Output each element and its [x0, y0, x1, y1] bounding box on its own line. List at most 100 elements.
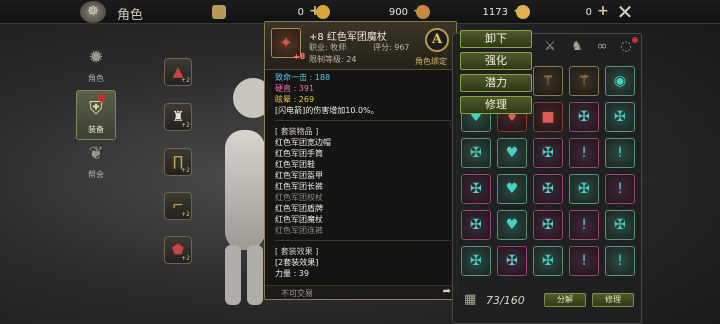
inventory-slot[interactable]: !	[569, 138, 599, 168]
crest-icon: ✠	[542, 145, 554, 161]
repair-button[interactable]: 修理	[460, 96, 532, 114]
wolf-emblem-icon: ❦	[88, 143, 104, 164]
armor-tab-icon: ♞	[571, 39, 583, 54]
nav-item-guild[interactable]: ❦ 帮会	[76, 140, 116, 180]
item-required-level: 限制等级: 24	[309, 55, 357, 64]
alert-crest-icon: !	[581, 145, 587, 161]
sort-grid-icon[interactable]: ▦	[464, 293, 478, 307]
inventory-slot[interactable]: ✠	[605, 210, 635, 240]
amulet-icon: ◉	[613, 73, 627, 89]
equip-slot-pants[interactable]: ∏ +2	[164, 148, 192, 176]
alert-crest-icon: !	[581, 253, 587, 269]
inventory-slot[interactable]: ✠	[533, 138, 563, 168]
resource-gold: 900 +	[316, 4, 426, 20]
crest-icon: ✠	[470, 253, 482, 269]
inventory-repair-button[interactable]: 修理	[592, 293, 634, 307]
inventory-slot[interactable]: !	[605, 174, 635, 204]
tooltip-body: 致命一击 : 188 硬直 : 391 眩晕 : 269 [闪电箭]的伤害增加1…	[275, 72, 451, 279]
item-tooltip: ✦ +8 +8 红色军团魔杖 职业: 牧师 评分: 967 限制等级: 24 A…	[264, 21, 457, 300]
staff-icon: ⚚	[577, 73, 591, 89]
dragon-emblem-icon: ☸	[80, 1, 106, 23]
inventory-slot[interactable]: ⚚	[533, 66, 563, 96]
inventory-slot[interactable]: ⚚	[569, 66, 599, 96]
tab-armor[interactable]: ♞	[567, 38, 587, 56]
crest-icon: ✠	[506, 253, 518, 269]
inventory-slot[interactable]: ✠	[533, 174, 563, 204]
bind-status: 角色绑定	[415, 57, 447, 66]
nav-label: 帮会	[88, 170, 104, 179]
crest-icon: ✠	[542, 253, 554, 269]
potential-button[interactable]: 潜力	[460, 74, 532, 92]
gold-coin-icon	[316, 5, 330, 19]
inventory-slot[interactable]: ♥	[497, 138, 527, 168]
crest-icon: ✠	[542, 181, 554, 197]
tab-weapon[interactable]: ⚔	[540, 38, 560, 56]
nav-item-equipment[interactable]: ⛨ 装备	[76, 90, 116, 140]
gem-coin-icon	[516, 5, 530, 19]
alert-crest-icon: !	[617, 181, 623, 197]
enhance-button[interactable]: 强化	[460, 52, 532, 70]
inventory-slot[interactable]: ■	[533, 102, 563, 132]
trade-status: 不可交易	[281, 289, 313, 298]
bronze-coin-icon	[416, 5, 430, 19]
inventory-slot[interactable]: ✠	[461, 138, 491, 168]
inventory-slot[interactable]: !	[605, 246, 635, 276]
add-gem-button[interactable]: +	[596, 4, 610, 19]
resource-value: 0	[585, 6, 592, 18]
inventory-slot[interactable]: ✠	[461, 246, 491, 276]
inventory-slot[interactable]: ✠	[605, 102, 635, 132]
tab-misc[interactable]: ◌	[616, 37, 638, 56]
decompose-button[interactable]: 分解	[544, 293, 586, 307]
alert-crest-icon: !	[581, 217, 587, 233]
alert-crest-icon: !	[617, 145, 623, 161]
inventory-slot[interactable]: ✠	[569, 102, 599, 132]
resource-value: 900	[388, 6, 408, 18]
equip-slot-boots[interactable]: ⌐ +2	[164, 192, 192, 220]
set-title: [ 套装物品 ]	[275, 127, 319, 136]
nav-item-character[interactable]: ✹ 角色	[76, 44, 116, 84]
gear-emblem-icon: ✹	[88, 47, 104, 68]
equip-slot-hat[interactable]: ▲ +2	[164, 58, 192, 86]
resource-bronze: 1173 +	[416, 4, 526, 20]
crest-icon: ✠	[542, 217, 554, 233]
inventory-slot[interactable]: ♥	[497, 174, 527, 204]
equip-slot-top[interactable]: ♜ +2	[164, 103, 192, 131]
upgrade-level: +8	[293, 52, 306, 61]
tooltip-header: ✦ +8 +8 红色军团魔杖 职业: 牧师 评分: 967 限制等级: 24 A…	[265, 22, 456, 70]
inventory-slot[interactable]: ✠	[533, 246, 563, 276]
alert-crest-icon: !	[617, 253, 623, 269]
character-leg	[225, 245, 241, 305]
resource-value: 0	[297, 6, 304, 18]
equip-slot-shield[interactable]: ⬟ +2	[164, 236, 192, 264]
inventory-slot[interactable]: ✠	[461, 174, 491, 204]
inventory-slot[interactable]: !	[569, 246, 599, 276]
inventory-footer: ▦ 73/160 分解 修理	[452, 288, 642, 312]
inventory-slot[interactable]: ✠	[533, 210, 563, 240]
tooltip-footer: 不可交易 ➦	[265, 285, 456, 299]
inventory-slot[interactable]: !	[605, 138, 635, 168]
resource-ticket: 0 +	[212, 4, 322, 20]
unequip-button[interactable]: 卸下	[460, 30, 532, 48]
inventory-slot[interactable]: !	[569, 210, 599, 240]
inventory-count: 73/160	[486, 294, 525, 307]
set-item: 红色军团连裤	[275, 226, 323, 235]
stat-line: 眩晕 : 269	[275, 95, 315, 104]
set-effect-tier: [2套装效果]	[275, 258, 319, 267]
inventory-slot[interactable]: ◉	[605, 66, 635, 96]
box-icon: ■	[541, 109, 555, 125]
set-item: 红色军团魔杖	[275, 215, 323, 224]
set-effect-title: [ 套装效果 ]	[275, 247, 319, 256]
tab-accessory[interactable]: ∞	[592, 38, 612, 56]
set-effect-stat: 力量 : 39	[275, 269, 309, 278]
nav-label: 装备	[88, 125, 104, 134]
stat-line: [闪电箭]的伤害增加10.0%。	[275, 106, 379, 115]
share-arrow-icon[interactable]: ➦	[443, 286, 451, 297]
character-model[interactable]	[205, 60, 273, 310]
inventory-slot[interactable]: ♥	[497, 210, 527, 240]
inventory-slot[interactable]: ✠	[461, 210, 491, 240]
inventory-slot[interactable]: ✠	[569, 174, 599, 204]
close-x-icon[interactable]: ✕	[614, 1, 636, 23]
inventory-slot[interactable]: ✠	[497, 246, 527, 276]
heart-crest-icon: ♥	[505, 145, 519, 161]
crest-icon: ✠	[470, 181, 482, 197]
